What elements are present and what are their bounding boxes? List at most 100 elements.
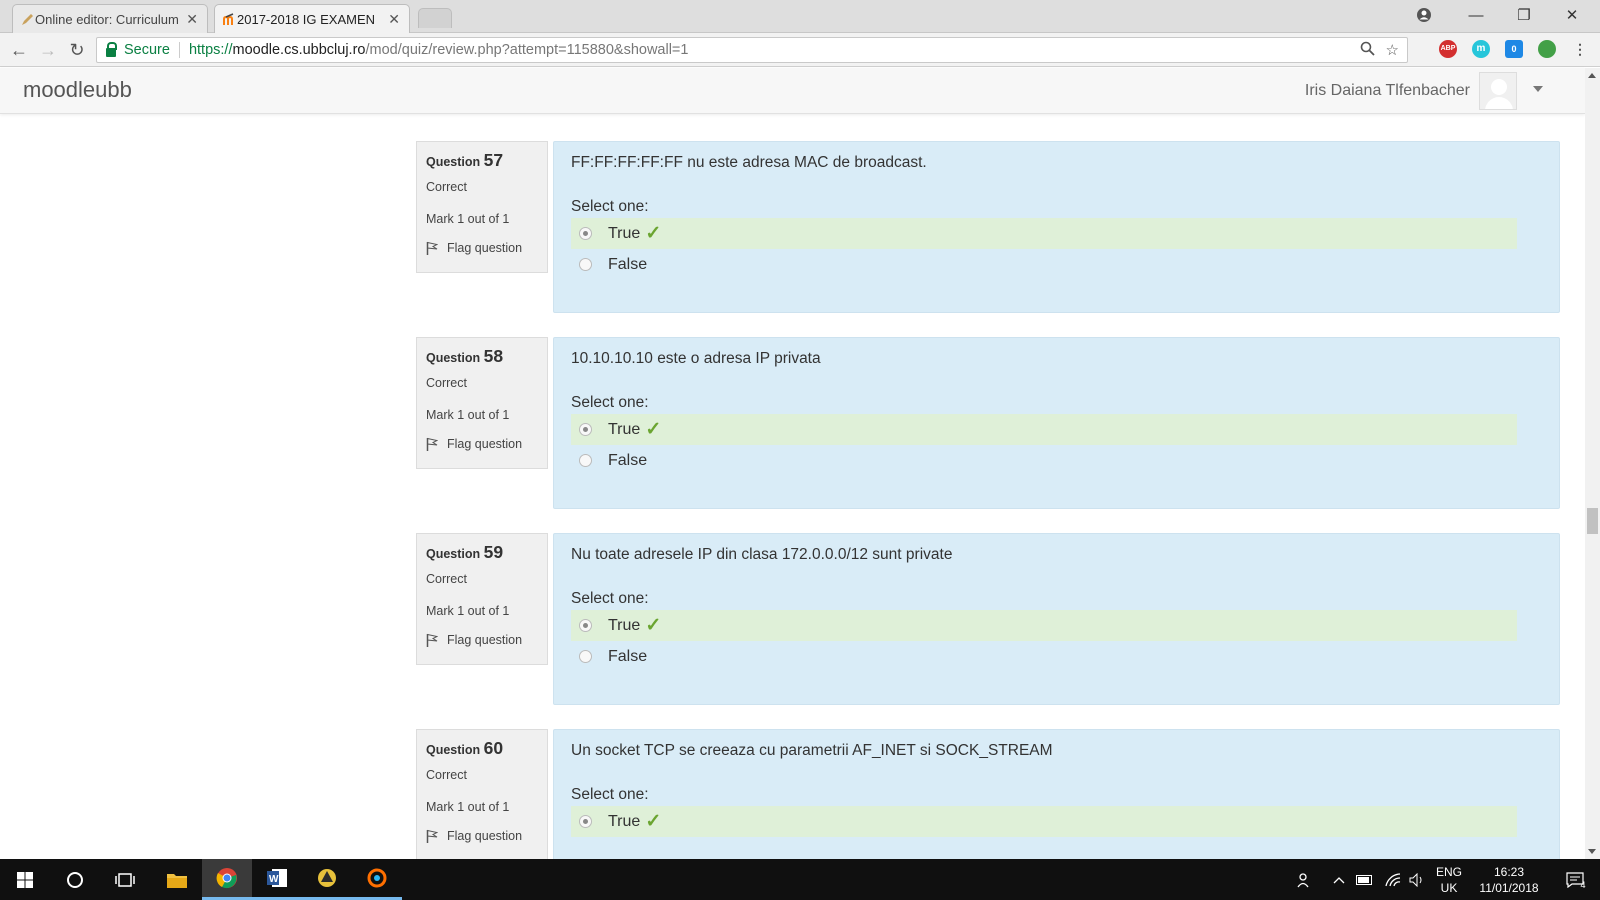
restore-button[interactable]: ❐: [1500, 0, 1548, 30]
checkmark-icon: ✓: [645, 223, 662, 244]
tab-ig-examen[interactable]: 2017-2018 IG EXAMEN ✕: [214, 4, 410, 33]
word-icon[interactable]: W: [252, 859, 302, 900]
flag-question-link[interactable]: Flag question: [426, 241, 538, 255]
scroll-thumb[interactable]: [1587, 508, 1598, 534]
question-info: Question 60 Correct Mark 1 out of 1 Flag…: [416, 729, 548, 859]
clock[interactable]: 16:23 11/01/2018: [1474, 859, 1544, 900]
extension-m-icon[interactable]: m: [1472, 40, 1490, 58]
question-text: Nu toate adresele IP din clasa 172.0.0.0…: [571, 546, 953, 563]
radio-true[interactable]: [579, 815, 592, 828]
question-label: Question: [426, 743, 481, 757]
svg-text:W: W: [269, 874, 279, 885]
task-view-icon[interactable]: [100, 859, 150, 900]
question-59: Question 59 Correct Mark 1 out of 1 Flag…: [416, 533, 1560, 705]
wifi-icon[interactable]: [1380, 859, 1406, 900]
url-path: /mod/quiz/review.php?attempt=115880&show…: [365, 42, 689, 58]
region-code: UK: [1440, 880, 1458, 895]
minimize-button[interactable]: —: [1452, 0, 1500, 30]
volume-icon[interactable]: [1404, 859, 1430, 900]
avatar[interactable]: [1479, 72, 1517, 110]
profile-icon[interactable]: [1400, 0, 1448, 30]
tab-strip: Online editor: Curriculum ✕ 2017-2018 IG…: [0, 0, 1600, 33]
flag-question-label: Flag question: [447, 437, 523, 451]
question-text: FF:FF:FF:FF:FF nu este adresa MAC de bro…: [571, 154, 927, 171]
moodle-icon: [223, 13, 234, 25]
question-info: Question 58 Correct Mark 1 out of 1 Flag…: [416, 337, 548, 469]
checkmark-icon: ✓: [645, 811, 662, 832]
chevron-down-icon[interactable]: [1533, 86, 1543, 92]
flag-question-link[interactable]: Flag question: [426, 829, 538, 843]
quiz-review: Question 57 Correct Mark 1 out of 1 Flag…: [0, 115, 1585, 859]
question-58: Question 58 Correct Mark 1 out of 1 Flag…: [416, 337, 1560, 509]
radio-false[interactable]: [579, 258, 592, 271]
reload-icon[interactable]: ↻: [65, 39, 89, 61]
forward-arrow-icon[interactable]: →: [36, 39, 60, 61]
answer-label: False: [608, 647, 648, 665]
new-tab-button[interactable]: [418, 8, 452, 28]
answer-true[interactable]: True ✓: [571, 610, 1517, 641]
radio-false[interactable]: [579, 650, 592, 663]
radio-true[interactable]: [579, 423, 592, 436]
user-name[interactable]: Iris Daiana Tlfenbacher: [1305, 82, 1470, 100]
chrome-icon[interactable]: [202, 859, 252, 900]
site-brand[interactable]: moodleubb: [23, 77, 132, 103]
close-icon[interactable]: ✕: [186, 11, 198, 28]
file-explorer-icon[interactable]: [152, 859, 202, 900]
scroll-down-icon[interactable]: [1588, 849, 1596, 854]
url-scheme: https://: [188, 42, 233, 58]
close-icon[interactable]: ✕: [388, 11, 400, 28]
globe-icon[interactable]: [1538, 40, 1556, 58]
address-bar[interactable]: Secure https://moodle.cs.ubbcluj.ro/mod/…: [96, 37, 1408, 63]
answer-label: True: [608, 616, 641, 634]
chevron-up-icon[interactable]: [1328, 859, 1350, 900]
action-center-icon[interactable]: 4: [1556, 859, 1596, 900]
flag-question-link[interactable]: Flag question: [426, 437, 538, 451]
answer-false[interactable]: False: [571, 641, 1542, 672]
question-57: Question 57 Correct Mark 1 out of 1 Flag…: [416, 141, 1560, 313]
answer-false[interactable]: False: [571, 445, 1542, 476]
answer-prompt: Select one:: [571, 394, 649, 411]
divider: [178, 42, 180, 58]
bookmark-star-icon[interactable]: ☆: [1386, 41, 1399, 59]
language-indicator[interactable]: ENG UK: [1432, 859, 1466, 900]
flag-question-label: Flag question: [447, 829, 523, 843]
windows-start-icon[interactable]: [0, 859, 50, 900]
adblock-icon[interactable]: ABP: [1439, 40, 1457, 58]
answer-true[interactable]: True ✓: [571, 806, 1517, 837]
tab-title: 2017-2018 IG EXAMEN: [237, 11, 376, 27]
battery-icon[interactable]: [1352, 859, 1378, 900]
answer-prompt: Select one:: [571, 198, 649, 215]
close-window-button[interactable]: ✕: [1548, 0, 1596, 30]
question-label: Question: [426, 351, 481, 365]
zoom-icon[interactable]: [1360, 41, 1375, 60]
extension-badge-icon[interactable]: 0: [1505, 40, 1523, 58]
answer-label: False: [608, 255, 648, 273]
answer-false[interactable]: False: [571, 249, 1542, 280]
flag-icon: [426, 437, 438, 451]
game-app-icon[interactable]: [302, 859, 352, 900]
answer-true[interactable]: True ✓: [571, 414, 1517, 445]
clock-date: 11/01/2018: [1479, 880, 1539, 895]
app-ring-icon[interactable]: [352, 859, 402, 900]
question-content: 10.10.10.10 este o adresa IP privata Sel…: [553, 337, 1560, 509]
back-arrow-icon[interactable]: ←: [7, 39, 31, 61]
flag-icon: [426, 633, 438, 647]
radio-true[interactable]: [579, 619, 592, 632]
answer-label: True: [608, 420, 641, 438]
search-icon[interactable]: [50, 859, 100, 900]
checkmark-icon: ✓: [645, 615, 662, 636]
scroll-up-icon[interactable]: [1588, 73, 1596, 78]
radio-true[interactable]: [579, 227, 592, 240]
question-number: 58: [483, 346, 504, 366]
answer-label: True: [608, 812, 641, 830]
radio-false[interactable]: [579, 454, 592, 467]
menu-dots-icon[interactable]: ⋮: [1571, 40, 1589, 58]
tab-online-editor[interactable]: Online editor: Curriculum ✕: [12, 4, 208, 33]
answer-true[interactable]: True ✓: [571, 218, 1517, 249]
people-icon[interactable]: [1292, 859, 1318, 900]
flag-question-link[interactable]: Flag question: [426, 633, 538, 647]
page-scrollbar[interactable]: [1585, 68, 1600, 859]
question-grade: Mark 1 out of 1: [426, 212, 510, 226]
flag-icon: [426, 829, 438, 843]
question-grade: Mark 1 out of 1: [426, 604, 510, 618]
